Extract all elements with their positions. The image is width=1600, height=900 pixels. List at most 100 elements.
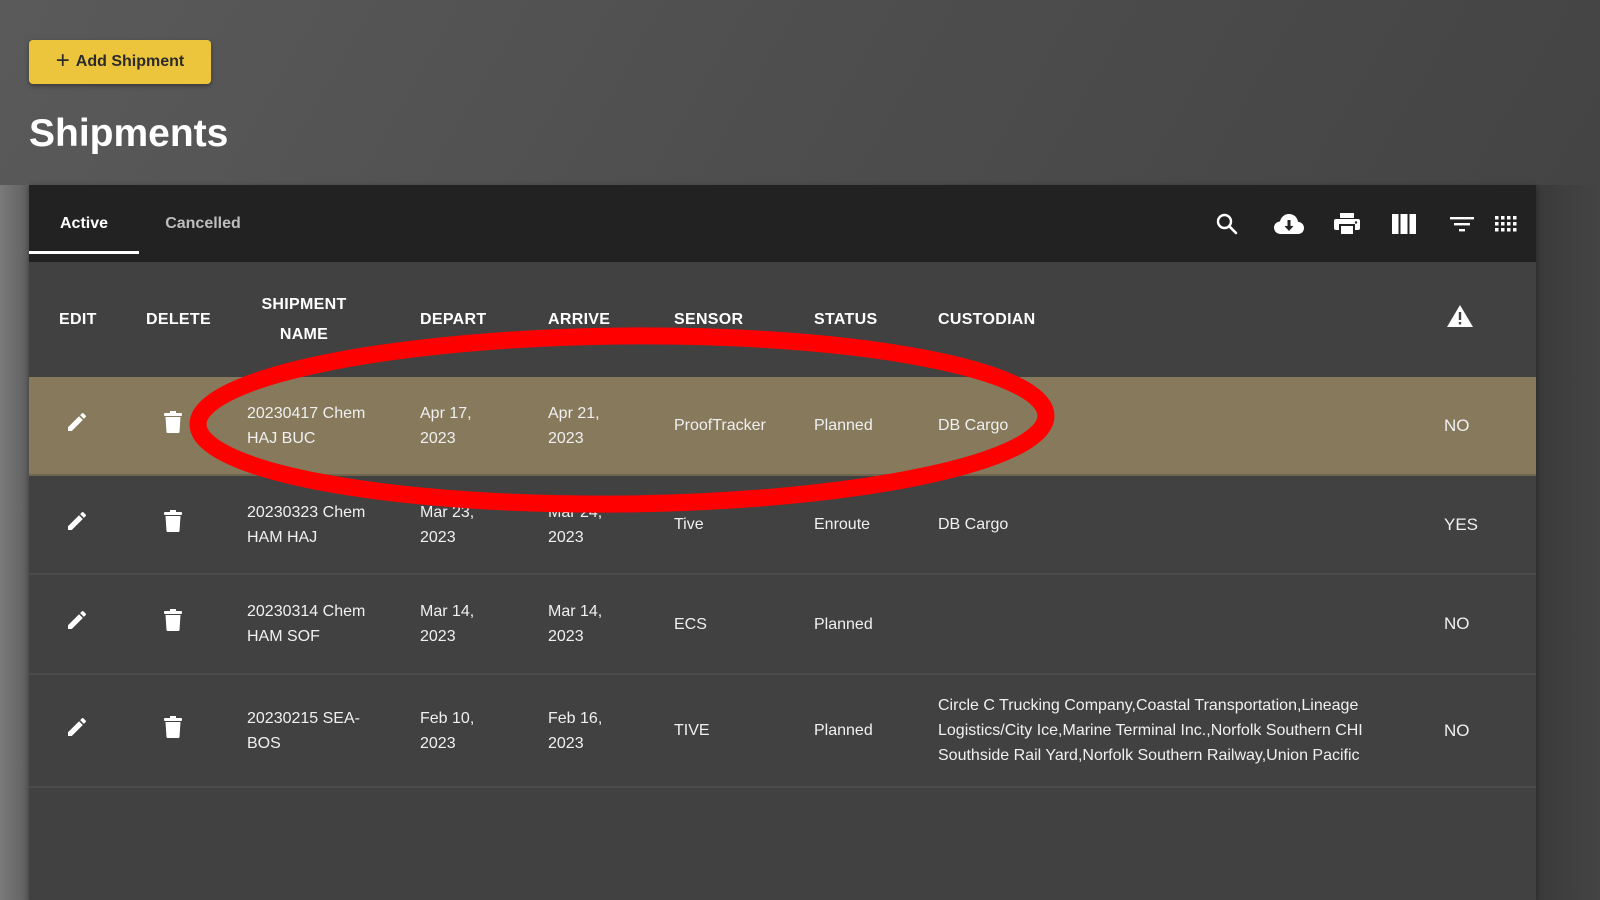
shipments-table-panel: Active Cancelled EDIT DELETE SHIPMENT NA… [29,185,1536,900]
toolbar-actions [1215,185,1536,262]
edit-pencil-icon[interactable] [65,715,89,739]
alert-value: NO [1444,614,1470,633]
custodian-cell: DB Cargo [938,475,1438,574]
custodian-value: Circle C Trucking Company,Coastal Transp… [938,697,1363,764]
custodian-cell: DB Cargo [938,377,1438,475]
sensor-value: ProofTracker [674,417,766,434]
header-delete[interactable]: DELETE [117,262,247,377]
header-sensor[interactable]: SENSOR [674,262,814,377]
header-delete-label: DELETE [146,310,211,328]
header-depart[interactable]: DEPART [420,262,548,377]
shipment-name-line1[interactable]: 20230215 SEA- [247,706,420,731]
edit-cell [29,574,117,674]
warning-icon [1447,304,1473,327]
sensor-cell: ECS [674,574,814,674]
trash-icon[interactable] [163,715,183,739]
edit-cell [29,475,117,574]
table-row[interactable]: 20230314 Chem HAM SOF Mar 14, 2023 Mar 1… [29,574,1536,674]
search-icon[interactable] [1215,212,1239,236]
shipment-name-line1[interactable]: 20230417 Chem [247,401,420,426]
edit-pencil-icon[interactable] [65,509,89,533]
shipment-name-cell: 20230215 SEA- BOS [247,674,420,787]
tab-active-label: Active [59,214,109,232]
page-title: Shipments [29,112,229,155]
shipments-table: EDIT DELETE SHIPMENT NAME DEPART ARRIVE … [29,262,1536,788]
status-value: Planned [814,417,873,434]
add-shipment-label: Add Shipment [75,53,185,70]
header-depart-label: DEPART [420,310,487,328]
shipment-name-cell: 20230417 Chem HAJ BUC [247,377,420,475]
status-cell: Planned [814,674,938,787]
sensor-value: ECS [674,615,707,633]
tab-cancelled[interactable]: Cancelled [143,185,263,262]
cloud-download-icon[interactable] [1273,212,1305,236]
alert-value: NO [1444,415,1470,435]
header-shipment-name[interactable]: SHIPMENT NAME [247,262,420,377]
table-toolbar: Active Cancelled [29,185,1536,262]
header-arrive[interactable]: ARRIVE [548,262,674,377]
edit-pencil-icon[interactable] [65,608,89,632]
depart-date-line2: 2023 [420,628,456,645]
depart-date-line2: 2023 [420,429,456,447]
depart-date-line2: 2023 [420,734,456,752]
alert-value: YES [1444,514,1479,534]
custodian-value: DB Cargo [938,516,1009,533]
columns-icon[interactable] [1392,212,1416,236]
header-alert[interactable] [1438,262,1536,377]
header-custodian[interactable]: CUSTODIAN [938,262,1438,377]
shipment-name-line2[interactable]: HAM SOF [247,624,420,649]
shipment-name-line2[interactable]: HAM HAJ [247,525,420,550]
arrive-date-line2: 2023 [548,528,584,546]
table-header-row: EDIT DELETE SHIPMENT NAME DEPART ARRIVE … [29,262,1536,377]
status-cell: Planned [814,574,938,674]
density-grid-icon[interactable] [1494,212,1518,236]
trash-icon[interactable] [163,509,183,533]
filter-icon[interactable] [1450,212,1474,236]
shipment-name-line1[interactable]: 20230314 Chem [247,599,420,624]
status-value: Enroute [814,516,871,533]
sensor-value: TIVE [674,722,710,739]
alert-cell: NO [1438,377,1536,475]
depart-cell: Apr 17, 2023 [420,377,548,475]
table-row[interactable]: 20230323 Chem HAM HAJ Mar 23, 2023 Mar 2… [29,475,1536,574]
shipment-name-line2[interactable]: BOS [247,731,420,756]
delete-cell [117,475,247,574]
depart-cell: Mar 23, 2023 [420,475,548,574]
arrive-date-line1: Mar 14, [548,603,603,620]
print-icon[interactable] [1333,212,1361,236]
alert-value: NO [1444,720,1470,740]
delete-cell [117,377,247,475]
tab-active[interactable]: Active [29,185,139,262]
arrive-date-line1: Apr 21, [548,404,600,422]
depart-date-line2: 2023 [420,528,456,546]
header-shipment-name-line2: NAME [279,325,329,343]
header-edit-label: EDIT [59,310,97,328]
table-row[interactable]: 20230215 SEA- BOS Feb 10, 2023 Feb 16, 2… [29,674,1536,787]
table-row[interactable]: 20230417 Chem HAJ BUC Apr 17, 2023 Apr 2… [29,377,1536,475]
add-shipment-button[interactable]: + Add Shipment [29,40,211,84]
shipment-name-line2[interactable]: HAJ BUC [247,426,420,451]
depart-date-line1: Mar 14, [420,603,475,620]
header-shipment-name-line1: SHIPMENT [261,295,347,313]
edit-cell [29,674,117,787]
header-status[interactable]: STATUS [814,262,938,377]
shipment-name-cell: 20230323 Chem HAM HAJ [247,475,420,574]
alert-cell: NO [1438,574,1536,674]
edit-pencil-icon[interactable] [65,410,89,434]
depart-date-line1: Feb 10, [420,709,475,727]
delete-cell [117,574,247,674]
arrive-date-line2: 2023 [548,734,584,752]
status-cell: Planned [814,377,938,475]
arrive-date-line2: 2023 [548,429,584,447]
trash-icon[interactable] [163,410,183,434]
alert-cell: YES [1438,475,1536,574]
shipment-name-line1[interactable]: 20230323 Chem [247,500,420,525]
header-edit[interactable]: EDIT [29,262,117,377]
custodian-cell: Circle C Trucking Company,Coastal Transp… [938,674,1438,787]
header-status-label: STATUS [814,310,878,328]
status-cell: Enroute [814,475,938,574]
sensor-cell: Tive [674,475,814,574]
trash-icon[interactable] [163,608,183,632]
alert-cell: NO [1438,674,1536,787]
depart-cell: Feb 10, 2023 [420,674,548,787]
